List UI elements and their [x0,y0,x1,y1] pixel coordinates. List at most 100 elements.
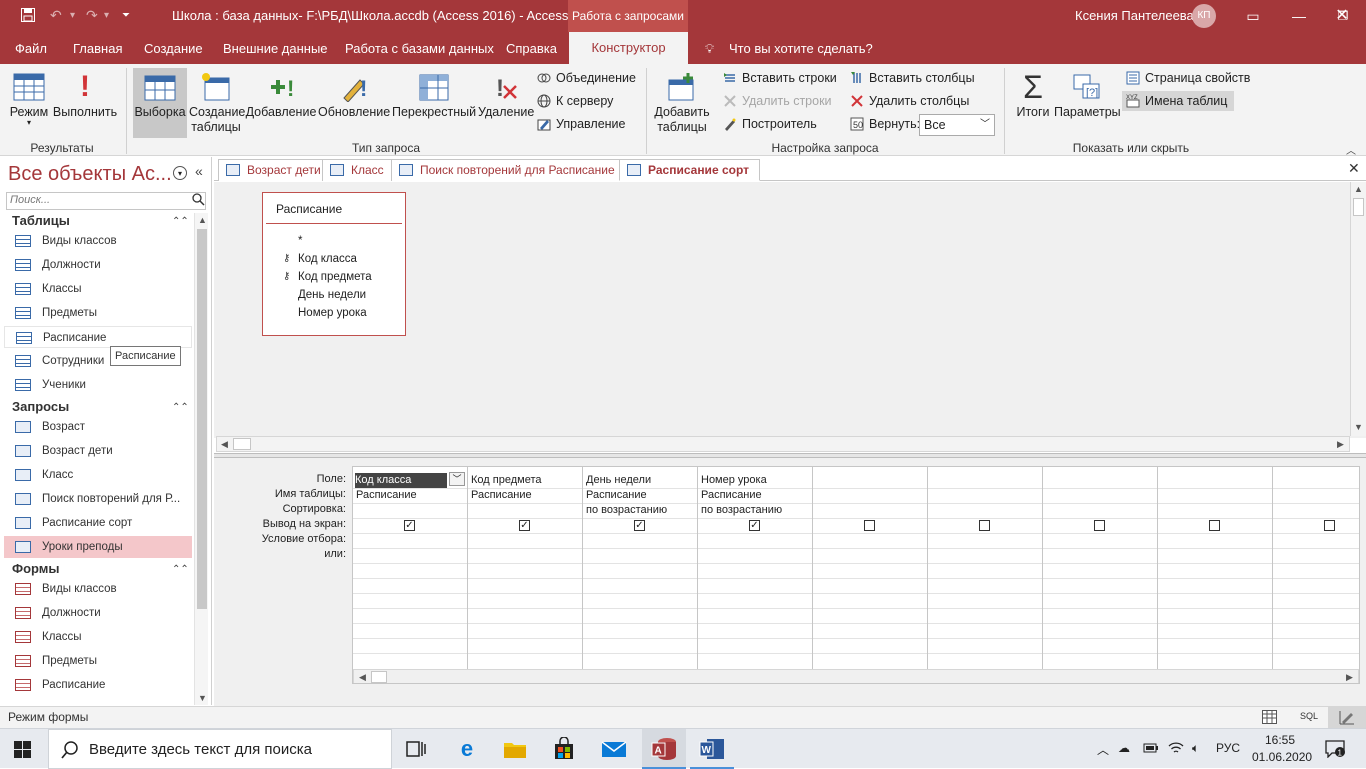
taskbar-search-input[interactable]: Введите здесь текст для поиска [48,729,392,769]
windows-start-icon[interactable] [14,741,31,761]
add-tables-button[interactable]: Добавить таблицы [652,72,712,135]
user-name[interactable]: Ксения Пантелеева [1075,8,1194,23]
collapse-group-icon[interactable]: ⌃⌃ [172,402,189,413]
store-icon[interactable] [552,736,576,761]
grid-column-empty[interactable] [928,467,1043,669]
nav-group-queries[interactable]: Запросы [12,399,69,414]
tab-design[interactable]: Конструктор [569,32,688,64]
show-checkbox[interactable] [1094,520,1105,531]
sort-cell[interactable] [356,503,466,518]
mail-icon[interactable] [601,737,627,761]
table-cell[interactable]: Расписание [356,488,466,503]
sort-cell[interactable]: по возрастанию [701,503,811,518]
nav-scrollbar[interactable]: ▲ ▼ [194,213,208,705]
nav-item-form[interactable]: Должности [4,602,192,624]
nav-search-input[interactable]: Поиск... [6,192,206,210]
scroll-thumb[interactable] [1353,198,1364,216]
show-checkbox-checked[interactable]: ✓ [634,520,645,531]
table-cell[interactable]: Расписание [586,488,696,503]
shutter-close-icon[interactable]: « [195,163,203,179]
close-document-icon[interactable]: ✕ [1348,160,1360,177]
field-cell[interactable]: День недели [586,473,696,488]
scroll-thumb[interactable] [197,229,207,609]
tab-database-tools[interactable]: Работа с базами данных [345,41,494,56]
tab-home[interactable]: Главная [73,41,122,56]
show-checkbox[interactable] [864,520,875,531]
grid-column-empty[interactable] [1158,467,1273,669]
nav-item-query[interactable]: Расписание сорт [4,512,192,534]
file-explorer-icon[interactable] [503,737,527,761]
grid-column[interactable]: Номер урока Расписание по возрастанию ✓ [698,467,813,669]
delete-rows-button[interactable]: Удалить строки [723,91,832,111]
nav-item-table[interactable]: Виды классов [4,230,192,252]
crosstab-button[interactable]: Перекрестный [392,72,476,119]
show-checkbox[interactable] [1209,520,1220,531]
scroll-right-icon[interactable]: ▶ [1337,439,1344,450]
field-dropdown-chevron-icon[interactable]: ﹀ [449,472,465,486]
grid-column-empty[interactable] [1273,467,1359,669]
scroll-down-icon[interactable]: ▼ [198,693,207,703]
tab-file[interactable]: Файл [15,41,47,56]
scroll-thumb[interactable] [371,671,387,683]
tab-create[interactable]: Создание [144,41,203,56]
nav-group-forms[interactable]: Формы [12,561,60,576]
save-icon[interactable] [20,7,36,26]
data-definition-button[interactable]: Управление [537,114,626,134]
grid-column-empty[interactable] [1043,467,1158,669]
onedrive-cloud-icon[interactable]: ☁︎ [1118,741,1130,755]
diagram-vscrollbar[interactable]: ▲ ▼ [1350,182,1366,436]
scroll-down-icon[interactable]: ▼ [1354,422,1363,432]
scroll-up-icon[interactable]: ▲ [1354,184,1363,194]
update-button[interactable]: ! Обновление [318,72,390,119]
sort-cell[interactable] [471,503,581,518]
taskbar-word[interactable]: W [690,729,734,769]
redo-icon[interactable]: ↷ [86,7,98,24]
doc-tab[interactable]: Поиск повторений для Расписание [391,159,626,181]
show-hidden-icons-chevron-icon[interactable]: ︿ [1097,741,1109,758]
nav-item-query[interactable]: Возраст дети [4,440,192,462]
tell-me-search[interactable]: Что вы хотите сделать? [729,41,873,56]
wifi-icon[interactable] [1168,741,1184,758]
collapse-group-icon[interactable]: ⌃⌃ [172,564,189,575]
scroll-up-icon[interactable]: ▲ [198,215,207,225]
nav-item-table[interactable]: Предметы [4,302,192,324]
nav-item-table-hover[interactable]: Расписание [4,326,192,348]
field-item[interactable]: * [298,235,302,247]
nav-item-query[interactable]: Возраст [4,416,192,438]
nav-item-form[interactable]: Классы [4,626,192,648]
tab-help[interactable]: Справка [506,41,557,56]
pass-through-button[interactable]: К серверу [537,91,613,111]
sql-view-button[interactable]: SQL [1300,711,1318,721]
edge-browser-icon[interactable]: e [455,737,479,761]
collapse-group-icon[interactable]: ⌃⌃ [172,216,189,227]
builder-button[interactable]: Построитель [723,114,817,134]
nav-menu-chevron-icon[interactable]: ▾ [173,166,187,180]
nav-item-table[interactable]: Ученики [4,374,192,396]
show-checkbox[interactable] [1324,520,1335,531]
nav-item-form[interactable]: Виды классов [4,578,192,600]
diagram-hscrollbar[interactable]: ◀ ▶ [216,436,1350,452]
table-cell[interactable]: Расписание [471,488,581,503]
grid-column[interactable]: Код класса ﹀ Расписание ✓ [353,467,468,669]
field-cell[interactable]: Код предмета [471,473,581,488]
notifications-icon[interactable]: 1 [1325,740,1345,761]
field-item[interactable]: День недели [298,289,366,301]
tab-external-data[interactable]: Внешние данные [223,41,328,56]
return-select[interactable]: Все ﹀ [919,114,995,136]
customize-qat-icon[interactable]: ⏷ [122,10,130,21]
field-cell-selected[interactable]: Код класса [355,473,447,488]
field-item[interactable]: Код предмета [298,271,372,283]
ribbon-display-icon[interactable]: ▭ [1230,0,1276,32]
input-language[interactable]: РУС [1216,741,1240,755]
volume-icon[interactable]: 🔈︎ [1192,741,1199,756]
undo-dropdown-icon[interactable]: ▾ [70,10,75,21]
append-button[interactable]: ! Добавление [245,72,317,119]
field-item[interactable]: Код класса [298,253,357,265]
avatar[interactable]: КП [1192,4,1216,28]
redo-dropdown-icon[interactable]: ▾ [104,10,109,21]
clock-date[interactable]: 01.06.2020 [1252,750,1312,764]
field-cell[interactable]: Номер урока [701,473,811,488]
taskbar-access-active[interactable]: A [642,729,686,769]
field-item[interactable]: Номер урока [298,307,367,319]
scroll-right-icon[interactable]: ▶ [1346,672,1353,683]
